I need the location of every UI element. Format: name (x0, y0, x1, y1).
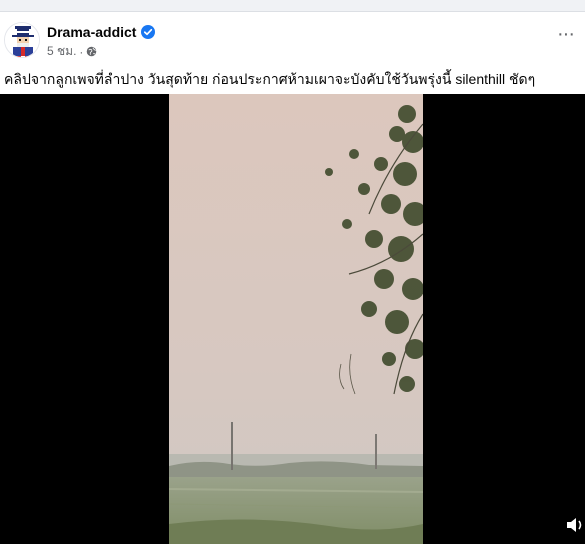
post-timestamp[interactable]: 5 ชม. (47, 42, 76, 61)
meta-separator: · (79, 44, 84, 59)
globe-icon (87, 46, 97, 57)
author-name[interactable]: Drama-addict (47, 24, 136, 40)
verified-badge-icon (141, 25, 156, 39)
author-name-row: Drama-addict (47, 24, 156, 40)
volume-icon[interactable] (566, 516, 585, 534)
video-player[interactable] (0, 94, 585, 544)
post-card: Drama-addict 5 ชม. · ··· คลิปจากลูกเพจที… (0, 11, 585, 544)
video-frame (169, 94, 423, 544)
top-strip (0, 0, 585, 11)
uncle-sam-avatar-icon (5, 23, 39, 57)
post-caption: คลิปจากลูกเพจที่ลำปาง วันสุดท้าย ก่อนประ… (4, 71, 536, 87)
post-meta: 5 ชม. · (47, 42, 97, 61)
author-avatar[interactable] (4, 22, 40, 58)
more-options-icon[interactable]: ··· (557, 24, 575, 44)
